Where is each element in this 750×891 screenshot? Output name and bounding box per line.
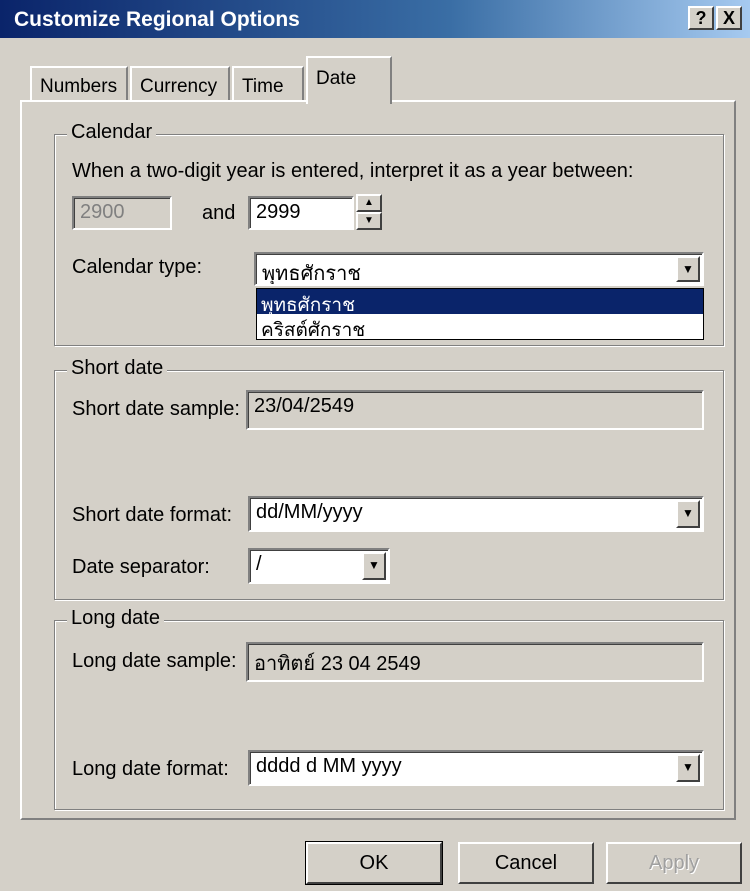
year-from-field: 2900 (72, 196, 172, 230)
long-date-sample-field: อาทิตย์ 23 04 2549 (246, 642, 704, 682)
spin-up-icon[interactable]: ▲ (356, 194, 382, 212)
long-date-format-select[interactable]: dddd d MM yyyy ▼ (248, 750, 704, 786)
spin-down-icon[interactable]: ▼ (356, 212, 382, 230)
date-separator-label: Date separator: (72, 556, 210, 578)
tab-currency[interactable]: Currency (130, 66, 230, 102)
tab-numbers[interactable]: Numbers (30, 66, 128, 102)
calendar-option-christian[interactable]: คริสต์ศักราช (257, 314, 703, 341)
calendar-type-label: Calendar type: (72, 256, 203, 278)
short-date-sample-label: Short date sample: (72, 398, 240, 420)
chevron-down-icon[interactable]: ▼ (676, 754, 700, 782)
two-digit-year-instruction: When a two-digit year is entered, interp… (72, 160, 634, 182)
tab-time[interactable]: Time (232, 66, 304, 102)
calendar-type-list: พุทธศักราช คริสต์ศักราช (256, 288, 704, 341)
calendar-option-buddhist[interactable]: พุทธศักราช (257, 289, 703, 316)
short-date-legend: Short date (67, 357, 168, 380)
window-title: Customize Regional Options (14, 8, 300, 31)
calendar-type-select[interactable]: พุทธศักราช ▼ (254, 252, 704, 286)
tab-date[interactable]: Date (306, 56, 392, 104)
date-separator-select[interactable]: / ▼ (248, 548, 390, 584)
short-date-format-value: dd/MM/yyyy (256, 501, 363, 523)
chevron-down-icon[interactable]: ▼ (362, 552, 386, 580)
year-spinner[interactable]: ▲ ▼ (356, 194, 382, 230)
date-separator-value: / (256, 553, 262, 575)
year-to-field[interactable]: 2999 (248, 196, 354, 230)
and-label: and (202, 202, 236, 224)
apply-button[interactable]: Apply (606, 842, 742, 884)
close-button[interactable]: X (716, 6, 742, 30)
long-date-format-value: dddd d MM yyyy (256, 755, 402, 777)
long-date-format-label: Long date format: (72, 758, 229, 780)
ok-button[interactable]: OK (305, 841, 443, 885)
short-date-format-label: Short date format: (72, 504, 233, 526)
short-date-sample-field: 23/04/2549 (246, 390, 704, 430)
chevron-down-icon[interactable]: ▼ (676, 500, 700, 528)
calendar-legend: Calendar (67, 121, 157, 144)
help-button[interactable]: ? (688, 6, 714, 30)
calendar-type-value: พุทธศักราช (262, 263, 361, 285)
chevron-down-icon[interactable]: ▼ (676, 256, 700, 282)
title-bar: Customize Regional Options ? X (0, 0, 750, 38)
cancel-button[interactable]: Cancel (458, 842, 594, 884)
short-date-format-select[interactable]: dd/MM/yyyy ▼ (248, 496, 704, 532)
long-date-sample-label: Long date sample: (72, 650, 237, 672)
long-date-legend: Long date (67, 607, 164, 630)
